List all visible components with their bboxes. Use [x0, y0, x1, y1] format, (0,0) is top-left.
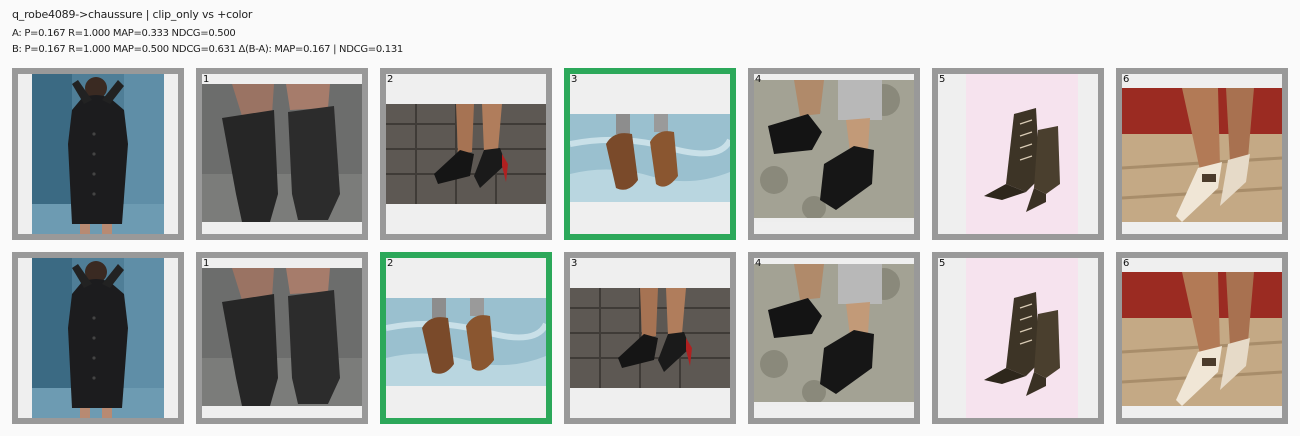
- rank-label: 4: [755, 258, 762, 269]
- result-tile[interactable]: 4: [748, 68, 920, 240]
- black-knee-boots-icon: [202, 84, 362, 222]
- woman-in-black-coat-icon: [32, 74, 164, 234]
- cream-pointed-flats-icon: [1122, 88, 1282, 222]
- dark-lace-up-ankle-boots-icon: [966, 258, 1078, 418]
- result-tile[interactable]: 6: [1116, 252, 1288, 424]
- metrics-b: B: P=0.167 R=1.000 MAP=0.500 NDCG=0.631 …: [12, 44, 403, 55]
- rank-label: 3: [571, 258, 578, 269]
- black-red-sole-pumps-icon: [386, 104, 546, 204]
- brown-loafers-icon: [570, 114, 730, 202]
- woman-in-black-coat-icon: [32, 258, 164, 418]
- result-tile-hit[interactable]: 3: [564, 68, 736, 240]
- black-slingback-loafers-icon: [754, 264, 914, 406]
- black-red-sole-pumps-icon: [570, 288, 730, 388]
- result-tile[interactable]: 1: [196, 68, 368, 240]
- brown-loafers-icon: [386, 298, 546, 386]
- cream-pointed-flats-icon: [1122, 272, 1282, 406]
- rank-label: 1: [203, 258, 210, 269]
- result-tile[interactable]: 1: [196, 252, 368, 424]
- black-knee-boots-icon: [202, 268, 362, 406]
- result-tile[interactable]: 5: [932, 68, 1104, 240]
- rank-label: 1: [203, 74, 210, 85]
- rank-label: 4: [755, 74, 762, 85]
- result-tile[interactable]: 4: [748, 252, 920, 424]
- metrics-a: A: P=0.167 R=1.000 MAP=0.333 NDCG=0.500: [12, 28, 236, 39]
- rank-label: 2: [387, 74, 394, 85]
- rank-label: 5: [939, 258, 946, 269]
- query-image: [12, 68, 184, 240]
- result-tile[interactable]: 2: [380, 68, 552, 240]
- result-tile[interactable]: 3: [564, 252, 736, 424]
- black-slingback-loafers-icon: [754, 80, 914, 222]
- result-tile[interactable]: 6: [1116, 68, 1288, 240]
- rank-label: 6: [1123, 74, 1130, 85]
- rank-label: 2: [387, 258, 394, 269]
- page-title: q_robe4089->chaussure | clip_only vs +co…: [12, 8, 253, 21]
- rank-label: 6: [1123, 258, 1130, 269]
- result-tile[interactable]: 5: [932, 252, 1104, 424]
- dark-lace-up-ankle-boots-icon: [966, 74, 1078, 234]
- rank-label: 5: [939, 74, 946, 85]
- result-tile-hit[interactable]: 2: [380, 252, 552, 424]
- rank-label: 3: [571, 74, 578, 85]
- query-image: [12, 252, 184, 424]
